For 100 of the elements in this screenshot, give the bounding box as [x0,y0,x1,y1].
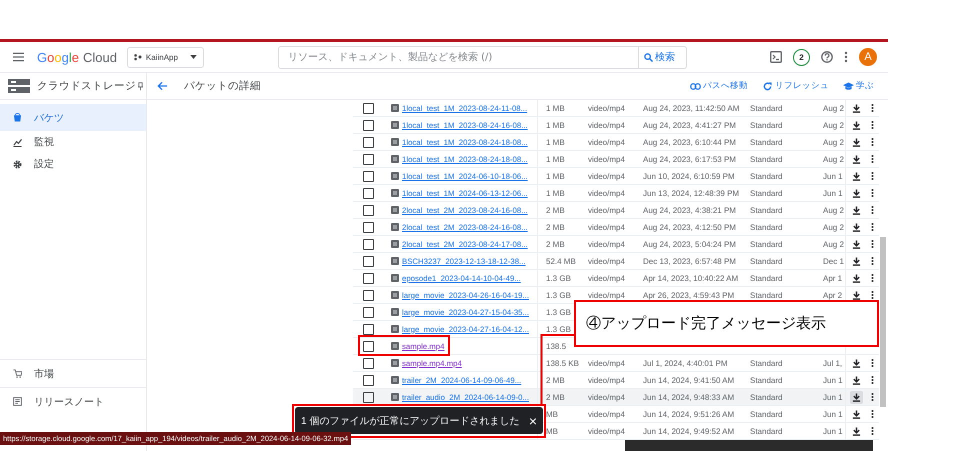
settings-icon [13,160,22,168]
download-button[interactable] [850,356,863,370]
download-button[interactable] [850,152,863,166]
more-icon[interactable] [871,222,874,232]
user-avatar[interactable]: A [859,48,877,66]
table-cell: Standard [750,358,782,368]
refresh-button[interactable]: リフレッシュ [762,80,829,92]
more-icon[interactable] [871,392,874,402]
more-icon[interactable] [871,256,874,266]
row-checkbox[interactable] [363,290,374,300]
table-cell: Aug 24, 2023, 6:10:44 PM [643,138,736,146]
download-button[interactable] [850,238,863,250]
sidebar-item[interactable]: バケツ [0,104,146,131]
row-checkbox[interactable] [363,374,374,386]
scrollbar-thumb[interactable] [880,237,886,407]
more-icon[interactable] [871,358,874,368]
table-cell: Standard [750,188,782,198]
row-checkbox[interactable] [363,204,374,216]
download-button[interactable] [850,390,863,404]
back-arrow-icon[interactable] [157,81,168,91]
download-button[interactable] [850,288,863,302]
search-button[interactable]: 検索 [638,46,687,68]
download-button[interactable] [850,186,863,200]
document-icon [13,397,22,406]
table-cell: Standard [750,138,782,146]
download-button[interactable] [850,102,863,114]
download-button[interactable] [850,408,863,420]
menu-icon[interactable] [13,52,24,62]
table-cell: 138.5 [546,342,566,350]
row-checkbox[interactable] [363,392,374,402]
more-icon[interactable] [844,51,848,63]
table-cell: Aug 2 [823,138,844,146]
download-button[interactable] [850,254,863,268]
link-button[interactable]: パスへ移動 [690,80,748,92]
row-checkbox[interactable] [363,154,374,164]
download-button[interactable] [850,220,863,234]
table-cell: Standard [750,410,782,418]
more-icon[interactable] [871,137,874,147]
more-icon[interactable] [871,120,874,130]
table-cell: 2 MB [546,206,565,214]
more-icon[interactable] [871,154,874,164]
row-checkbox[interactable] [363,238,374,250]
annotation-callout: ④アップロード完了メッセージ表示 [574,300,879,347]
row-checkbox[interactable] [363,324,374,334]
learn-button[interactable]: 学ぶ [843,80,874,92]
table-cell: video/mp4 [588,256,625,266]
download-button[interactable] [850,136,863,148]
download-button[interactable] [850,424,863,438]
pin-icon[interactable] [138,82,143,90]
row-checkbox[interactable] [363,272,374,284]
sidebar-item[interactable]: 設定 [0,153,146,175]
more-icon[interactable] [871,375,874,385]
table-cell: 1.3 GB [546,324,571,334]
page-title: バケットの詳細 [184,79,261,93]
table-cell: video/mp4 [588,290,625,300]
row-checkbox[interactable] [363,188,374,198]
notification-count[interactable]: 2 [793,48,810,66]
search-field[interactable]: リソース、ドキュメント、製品などを検索 (/) [278,46,639,68]
more-icon[interactable] [871,290,874,300]
more-icon[interactable] [871,273,874,283]
download-icon [852,358,861,368]
row-checkbox[interactable] [363,170,374,182]
download-icon [852,376,861,384]
row-checkbox[interactable] [363,136,374,148]
more-icon[interactable] [871,426,874,436]
table-cell: Jun 14, 2024, 9:41:50 AM [643,376,734,384]
more-icon[interactable] [871,409,874,419]
file-icon [391,308,399,316]
table-cell: 1 MB [546,154,565,164]
help-icon[interactable] [821,51,833,63]
download-icon [852,172,861,180]
row-checkbox[interactable] [363,102,374,114]
download-button[interactable] [850,118,863,132]
download-button[interactable] [850,374,863,386]
more-icon[interactable] [871,188,874,198]
row-checkbox[interactable] [363,256,374,266]
sidebar-item[interactable]: 市場 [0,359,146,387]
terminal-icon[interactable] [770,51,782,63]
more-icon[interactable] [871,103,874,113]
google-cloud-logo[interactable]: Google Cloud [37,50,117,64]
row-checkbox[interactable] [363,222,374,232]
link-icon [690,82,701,90]
download-button[interactable] [850,272,863,284]
row-checkbox[interactable] [363,306,374,318]
more-icon[interactable] [871,205,874,215]
project-picker[interactable]: KaiinApp [126,46,204,68]
row-checkbox[interactable] [363,120,374,130]
download-button[interactable] [850,170,863,182]
row-checkbox[interactable] [363,358,374,368]
more-icon[interactable] [871,239,874,249]
more-icon[interactable] [871,171,874,181]
table-cell: video/mp4 [588,206,625,214]
sidebar-item[interactable]: 監視 [0,131,146,153]
download-button[interactable] [850,204,863,216]
sidebar-item[interactable]: リリースノート [0,387,146,415]
cart-icon [13,369,22,378]
row-checkbox[interactable] [363,340,374,352]
table-cell: video/mp4 [588,188,625,198]
close-button[interactable]: × [526,414,539,428]
table-cell: Standard [750,104,782,112]
